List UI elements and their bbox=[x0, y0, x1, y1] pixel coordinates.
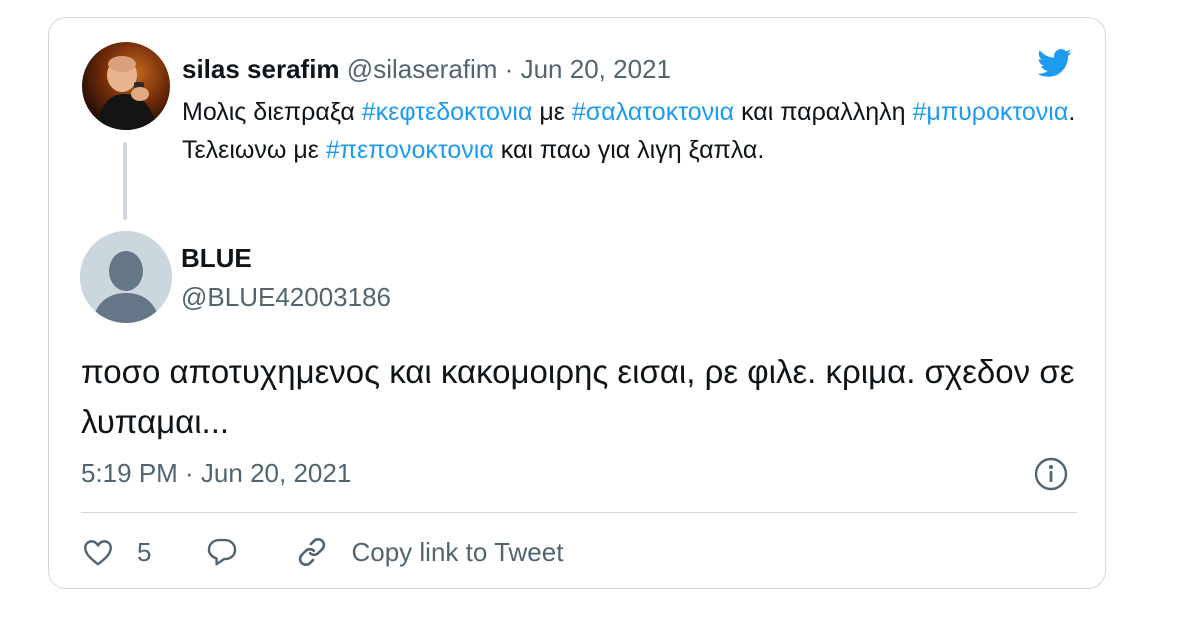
hashtag-link[interactable]: #σαλατοκτονια bbox=[572, 98, 734, 126]
hashtag-link[interactable]: #πεπονοκτονια bbox=[326, 136, 494, 164]
parent-text-segment: και παω για λιγη ξαπλα. bbox=[493, 136, 765, 164]
reply-bubble-icon bbox=[208, 538, 237, 566]
parent-handle[interactable]: @silaserafim bbox=[347, 54, 498, 84]
tweet-timestamp[interactable]: 5:19 PM · Jun 20, 2021 bbox=[81, 456, 351, 490]
reply-tweet-text: ποσο αποτυχημενος και κακομοιρης εισαι, … bbox=[81, 353, 1075, 440]
copy-link-button[interactable]: Copy link to Tweet bbox=[295, 535, 563, 569]
header-separator: · bbox=[504, 54, 514, 84]
link-icon bbox=[299, 537, 326, 567]
reply-display-name[interactable]: BLUE bbox=[181, 242, 252, 274]
parent-date[interactable]: Jun 20, 2021 bbox=[521, 54, 671, 84]
copy-link-label: Copy link to Tweet bbox=[351, 536, 564, 567]
parent-display-name[interactable]: silas serafim bbox=[182, 54, 340, 84]
default-profile-icon bbox=[80, 231, 172, 323]
heart-icon bbox=[84, 540, 112, 566]
like-count: 5 bbox=[137, 536, 152, 567]
parent-text-segment: με bbox=[532, 98, 572, 126]
info-icon[interactable] bbox=[1033, 456, 1069, 492]
parent-avatar[interactable] bbox=[82, 42, 170, 130]
parent-tweet-header: silas serafim @silaserafim · Jun 20, 202… bbox=[182, 52, 671, 86]
tweet-actions: 5 Copy link to Tweet bbox=[81, 530, 563, 574]
hashtag-link[interactable]: #κεφτεδοκτονια bbox=[362, 98, 533, 126]
parent-text-segment: και παραλληλη bbox=[734, 98, 913, 126]
parent-text-segment: Μολις διεπραξα bbox=[182, 98, 362, 126]
parent-tweet-text: Μολις διεπραξα #κεφτεδοκτονια με #σαλατο… bbox=[182, 93, 1082, 169]
tweet-embed-card: silas serafim @silaserafim · Jun 20, 202… bbox=[48, 17, 1106, 589]
thread-connector-line bbox=[123, 142, 127, 220]
hashtag-link[interactable]: #μπυροκτονια bbox=[913, 98, 1069, 126]
reply-avatar[interactable] bbox=[80, 231, 172, 323]
reply-handle[interactable]: @BLUE42003186 bbox=[181, 281, 391, 313]
like-button[interactable]: 5 bbox=[81, 535, 151, 569]
twitter-bird-icon[interactable] bbox=[1032, 45, 1076, 81]
divider bbox=[81, 512, 1077, 513]
reply-button[interactable] bbox=[205, 535, 239, 569]
